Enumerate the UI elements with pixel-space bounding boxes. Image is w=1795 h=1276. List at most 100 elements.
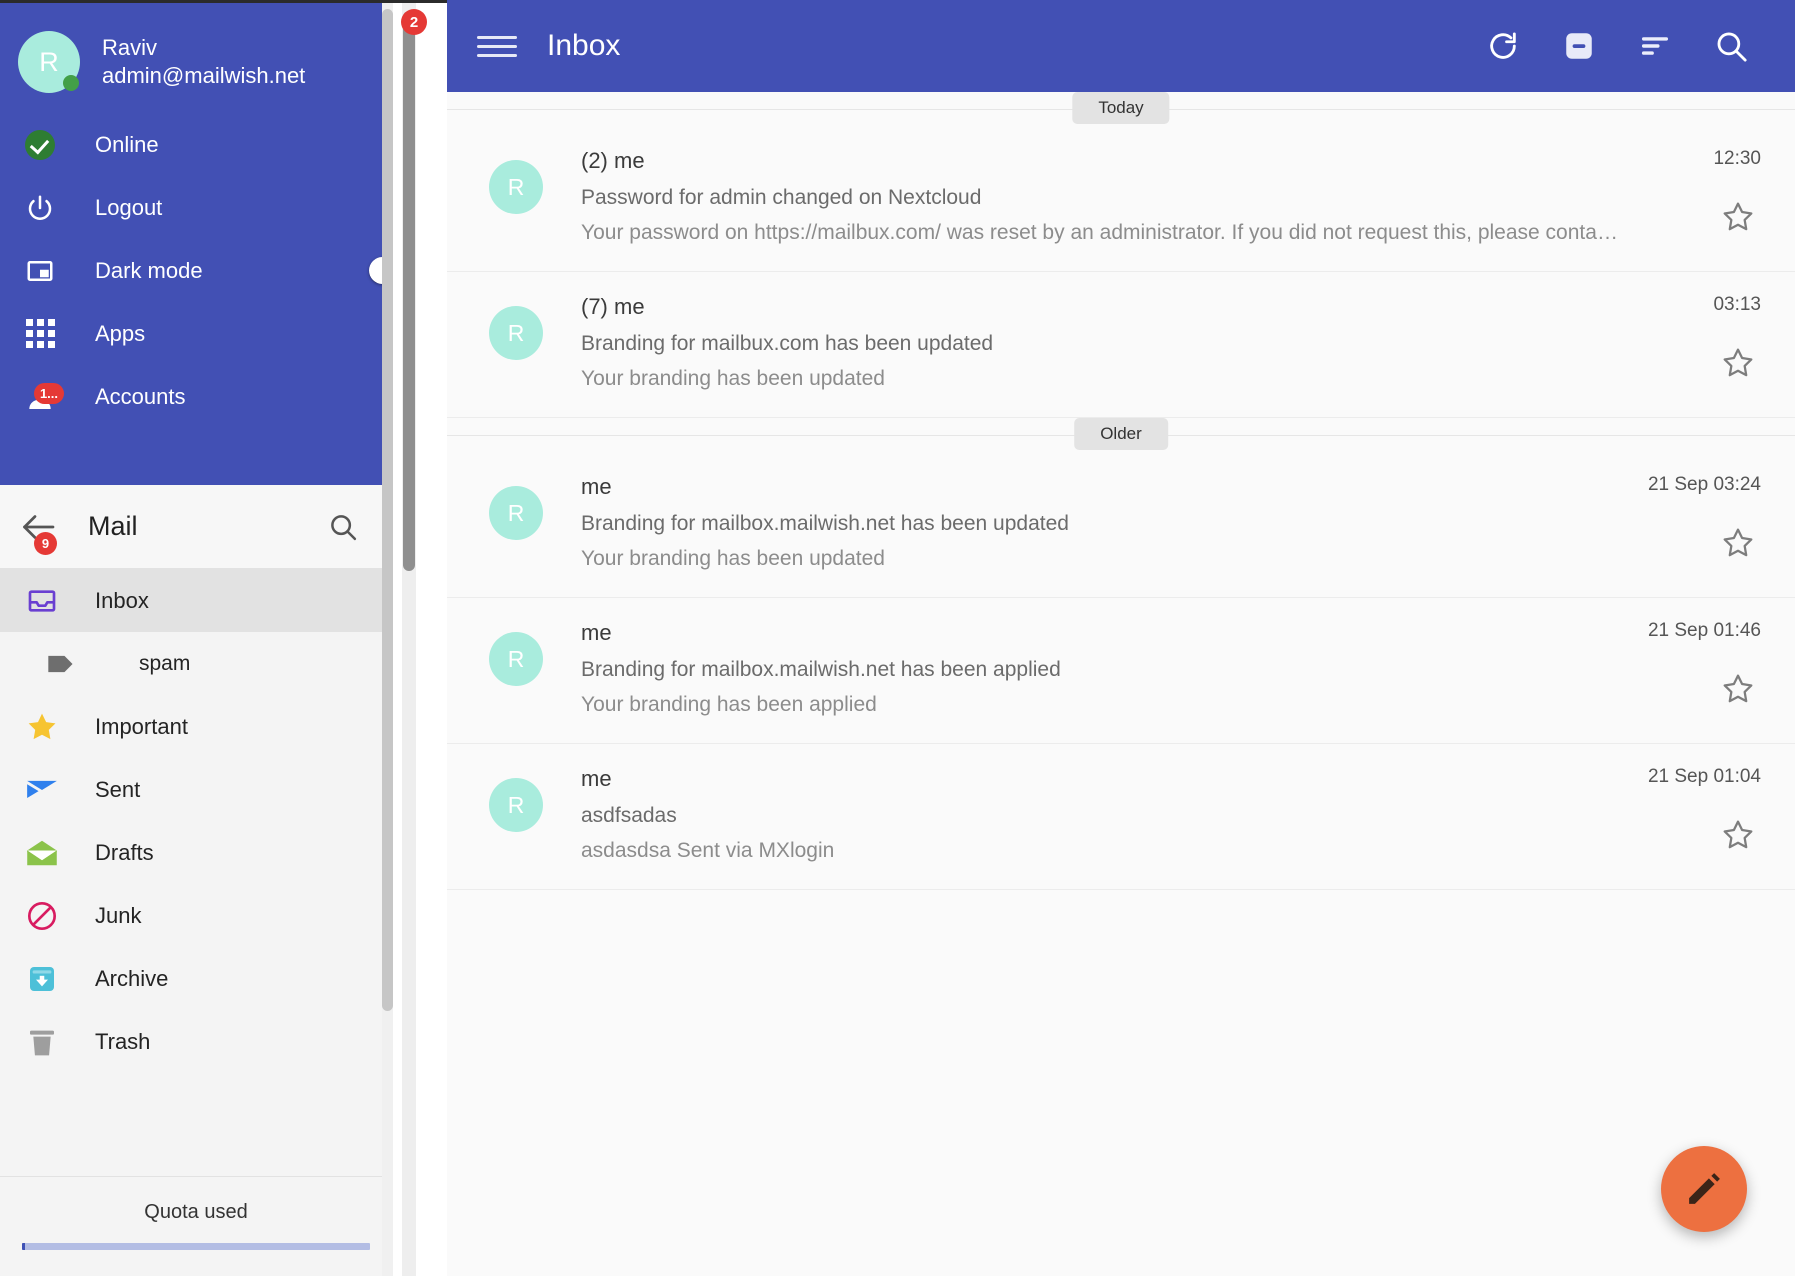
check-circle-icon <box>18 129 62 160</box>
pencil-icon <box>1689 1173 1720 1204</box>
message-preview: Your password on https://mailbux.com/ wa… <box>581 221 1621 244</box>
avatar[interactable]: R <box>18 31 80 93</box>
tag-icon <box>41 651 81 677</box>
apps-label: Apps <box>95 320 146 346</box>
message-time: 21 Sep 01:04 <box>1647 766 1761 787</box>
message-sender: me <box>581 766 612 791</box>
sidebar-item-label: Trash <box>95 1028 151 1054</box>
sort-icon[interactable] <box>1617 16 1693 76</box>
sidebar-item-archive[interactable]: Archive <box>0 947 447 1010</box>
search-icon[interactable] <box>1693 16 1769 76</box>
accounts-row[interactable]: 1... Accounts <box>0 365 447 428</box>
message-preview: Your branding has been updated <box>581 367 885 390</box>
folder-list: Inbox spam Important Sent Drafts Junk Ar… <box>0 569 447 1073</box>
star-icon[interactable] <box>1721 346 1755 385</box>
status-online-label: Online <box>95 131 159 157</box>
dark-mode-icon <box>18 256 62 286</box>
message-meta: 21 Sep 01:46 <box>1621 620 1761 717</box>
apps-row[interactable]: Apps <box>0 302 447 365</box>
mail-app: R Raviv admin@mailwish.net 2 JM Online <box>0 0 1795 1276</box>
message-row[interactable]: R (2) me Password for admin changed on Nex… <box>447 126 1795 272</box>
star-icon[interactable] <box>1721 672 1755 711</box>
power-icon <box>18 193 62 223</box>
avatar[interactable]: R <box>489 632 543 686</box>
back-button[interactable]: 9 <box>20 512 74 555</box>
message-list: Today R (2) me Password for admin changed o… <box>447 92 1795 890</box>
sidebar-item-important[interactable]: Important <box>0 695 447 758</box>
dark-mode-label: Dark mode <box>95 257 203 283</box>
logout-row[interactable]: Logout <box>0 176 447 239</box>
compose-button[interactable] <box>1661 1146 1747 1232</box>
message-sender: me <box>581 620 612 645</box>
online-status-dot <box>63 75 79 91</box>
block-icon <box>22 900 62 932</box>
sidebar-item-label: Important <box>95 713 188 739</box>
inbox-icon <box>22 585 62 617</box>
apps-grid-icon <box>18 319 62 348</box>
message-time: 21 Sep 03:24 <box>1647 474 1761 495</box>
sidebar-scrollbar-thumb[interactable] <box>382 9 393 1011</box>
message-time: 21 Sep 01:46 <box>1647 620 1761 641</box>
person-icon: 1... <box>18 381 64 413</box>
date-divider: Older <box>447 418 1795 452</box>
message-row[interactable]: Rme Branding for mailbox.mailwish.net has… <box>447 598 1795 744</box>
quota-label: Quota used <box>144 1201 248 1223</box>
avatar[interactable]: R <box>489 160 543 214</box>
sidebar-item-trash[interactable]: Trash <box>0 1010 447 1073</box>
mail-panel-title: Mail <box>88 511 138 541</box>
star-icon[interactable] <box>1721 200 1755 239</box>
logout-label: Logout <box>95 194 163 220</box>
avatar[interactable]: R <box>489 486 543 540</box>
quota-progress-fill <box>22 1243 26 1250</box>
account-name: Raviv <box>102 34 158 60</box>
date-divider: Today <box>447 92 1795 126</box>
star-icon[interactable] <box>1721 526 1755 565</box>
sidebar-item-spam[interactable]: spam <box>0 632 447 695</box>
avatar[interactable]: R <box>489 306 543 360</box>
sidebar-item-sent[interactable]: Sent <box>0 758 447 821</box>
message-row[interactable]: Rme Branding for mailbox.mailwish.net has… <box>447 452 1795 598</box>
divider-label: Older <box>1074 418 1168 450</box>
message-subject: asdfsadas <box>581 804 677 827</box>
dark-mode-row[interactable]: Dark mode <box>0 239 447 302</box>
message-preview: Your branding has been applied <box>581 693 877 716</box>
message-content: me Branding for mailbox.mailwish.net has … <box>581 620 1621 717</box>
message-subject: Branding for mailbux.com has been update… <box>581 332 994 355</box>
sidebar: R Raviv admin@mailwish.net 2 JM Online <box>0 0 447 1276</box>
message-row[interactable]: Rme asdfsadas asdasdsa Sent via MXlogin 21 … <box>447 744 1795 890</box>
message-content: (2) me Password for admin changed on Next… <box>581 148 1621 245</box>
message-sender: (2) me <box>581 148 645 173</box>
avatar-initial: R <box>39 46 59 77</box>
search-icon[interactable] <box>315 512 371 542</box>
message-content: me asdfsadas asdasdsa Sent via MXlogin <box>581 766 1621 863</box>
message-preview: asdasdsa Sent via MXlogin <box>581 839 835 862</box>
accounts-badge: 1... <box>34 382 64 404</box>
sidebar-item-junk[interactable]: Junk <box>0 884 447 947</box>
hamburger-icon[interactable] <box>477 35 517 57</box>
sidebar-item-label: Archive <box>95 965 169 991</box>
sidebar-item-label: Drafts <box>95 839 154 865</box>
message-time: 03:13 <box>1713 294 1761 315</box>
account-header: R Raviv admin@mailwish.net 2 JM <box>0 3 447 113</box>
accounts-label: Accounts <box>95 383 186 409</box>
message-time: 12:30 <box>1713 148 1761 169</box>
status-online-row[interactable]: Online <box>0 113 447 176</box>
message-content: me Branding for mailbox.mailwish.net has … <box>581 474 1621 571</box>
quota-section: Quota used <box>0 1176 392 1276</box>
refresh-icon[interactable] <box>1465 16 1541 76</box>
page-scrollbar-thumb[interactable] <box>403 11 415 571</box>
message-subject: Password for admin changed on Nextcloud <box>581 186 982 209</box>
sidebar-item-drafts[interactable]: Drafts <box>0 821 447 884</box>
message-subject: Branding for mailbox.mailwish.net has be… <box>581 512 1069 535</box>
message-meta: 12:30 <box>1621 148 1761 245</box>
mail-section-header: 9 Mail <box>0 485 447 569</box>
minus-box-icon[interactable] <box>1541 16 1617 76</box>
message-content: (7) me Branding for mailbux.com has been … <box>581 294 1621 391</box>
sidebar-item-inbox[interactable]: Inbox <box>0 569 447 632</box>
star-icon[interactable] <box>1721 818 1755 857</box>
message-row[interactable]: R (7) me Branding for mailbux.com has been… <box>447 272 1795 418</box>
send-icon <box>22 776 62 804</box>
avatar[interactable]: R <box>489 778 543 832</box>
sidebar-item-label: Junk <box>95 902 142 928</box>
account-panel: R Raviv admin@mailwish.net 2 JM Online <box>0 3 447 485</box>
